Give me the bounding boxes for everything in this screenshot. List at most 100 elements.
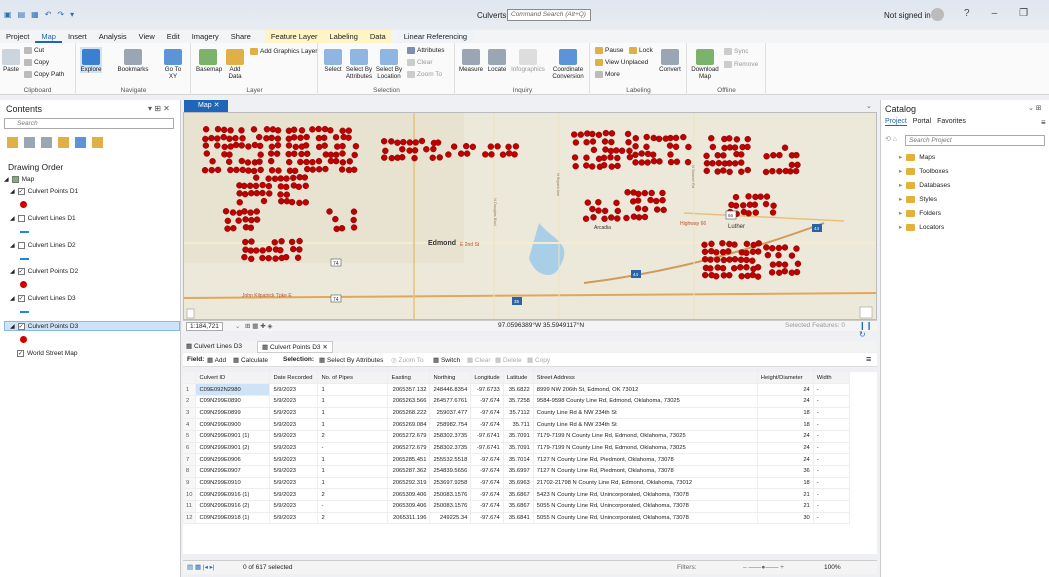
- lock-labeling-button[interactable]: Lock: [629, 47, 653, 54]
- catalog-nav-icons[interactable]: ⟲ ⌂: [885, 135, 897, 143]
- culvert-point-marker[interactable]: [614, 154, 621, 162]
- culvert-point-marker[interactable]: [259, 254, 266, 262]
- culvert-point-marker[interactable]: [764, 251, 772, 259]
- culvert-point-marker[interactable]: [744, 135, 751, 143]
- culvert-point-marker[interactable]: [680, 133, 687, 141]
- culvert-point-marker[interactable]: [720, 256, 728, 264]
- culvert-point-marker[interactable]: [232, 135, 239, 142]
- table-row[interactable]: 3 C09N299E0899 5/9/2023 1 2065268.222 259037.…: [183, 407, 850, 420]
- culvert-point-marker[interactable]: [297, 158, 304, 166]
- column-header[interactable]: Street Address: [533, 372, 758, 385]
- column-header[interactable]: Longitude: [470, 372, 504, 385]
- select-by-attributes-table-button[interactable]: ▦ Select By Attributes: [319, 356, 383, 364]
- culvert-point-marker[interactable]: [667, 158, 675, 166]
- culvert-point-marker[interactable]: [445, 151, 452, 158]
- culvert-point-marker[interactable]: [608, 130, 616, 137]
- culvert-point-marker[interactable]: [720, 167, 727, 174]
- table-cell[interactable]: -97.6741: [470, 430, 504, 443]
- table-row[interactable]: 9 C09N299E0910 5/9/2023 1 2065292.319 253697.…: [183, 477, 850, 490]
- culvert-point-marker[interactable]: [227, 127, 234, 134]
- culvert-point-marker[interactable]: [632, 135, 639, 142]
- culvert-point-marker[interactable]: [235, 217, 242, 224]
- table-zoom-level[interactable]: 100%: [824, 564, 841, 571]
- culvert-point-marker[interactable]: [666, 142, 674, 149]
- table-row[interactable]: 2 C09N299E0890 5/9/2023 1 2065263.566 264577.…: [183, 395, 850, 408]
- culvert-point-marker[interactable]: [253, 208, 260, 215]
- culvert-point-marker[interactable]: [708, 135, 715, 142]
- coordinate-conversion-button[interactable]: Coordinate Conversion: [550, 49, 586, 80]
- table-row[interactable]: 11 C09N299E0916 (2) 5/9/2023-2065309.406 25…: [183, 500, 850, 513]
- culvert-point-marker[interactable]: [399, 146, 406, 153]
- culvert-point-marker[interactable]: [315, 125, 322, 133]
- culvert-point-marker[interactable]: [294, 254, 302, 261]
- table-cell[interactable]: -: [813, 477, 850, 490]
- map-nav-control[interactable]: [186, 308, 195, 319]
- table-cell[interactable]: -: [813, 453, 850, 466]
- culvert-point-marker[interactable]: [703, 160, 711, 167]
- column-header[interactable]: Width: [813, 372, 850, 385]
- table-row[interactable]: 4 C09N299E0900 5/9/2023 1 2065269.084 258982.…: [183, 418, 850, 431]
- locate-button[interactable]: Locate: [486, 49, 508, 73]
- culvert-point-marker[interactable]: [618, 147, 626, 154]
- culvert-point-marker[interactable]: [769, 209, 777, 216]
- culvert-point-marker[interactable]: [731, 256, 739, 263]
- culvert-point-marker[interactable]: [259, 181, 266, 189]
- catalog-item-locators[interactable]: ▸ Locators: [899, 223, 944, 231]
- catalog-menu-icon[interactable]: ≡: [1041, 118, 1046, 127]
- culvert-point-marker[interactable]: [788, 161, 796, 169]
- culvert-point-marker[interactable]: [333, 225, 340, 233]
- culvert-point-marker[interactable]: [274, 127, 282, 134]
- culvert-point-marker[interactable]: [263, 135, 270, 142]
- culvert-point-marker[interactable]: [434, 139, 442, 146]
- table-cell[interactable]: 2065287.362: [387, 465, 431, 478]
- culvert-point-marker[interactable]: [608, 214, 615, 221]
- open-icon[interactable]: ▤: [18, 10, 26, 19]
- culvert-point-marker[interactable]: [787, 168, 794, 175]
- add-field-button[interactable]: ▦ Add: [207, 356, 226, 364]
- clear-selection-table-button[interactable]: ▦ Clear: [467, 356, 491, 364]
- measure-button[interactable]: Measure: [458, 49, 484, 73]
- tab-map[interactable]: Map: [35, 30, 62, 43]
- culvert-point-marker[interactable]: [303, 158, 310, 166]
- save-icon[interactable]: ▦: [31, 10, 39, 19]
- culvert-point-marker[interactable]: [411, 147, 419, 154]
- remove-button[interactable]: Remove: [724, 61, 758, 68]
- culvert-point-marker[interactable]: [600, 154, 608, 162]
- column-header[interactable]: Date Recorded: [269, 372, 319, 385]
- table-cell[interactable]: 35.7091: [503, 442, 534, 455]
- zoom-to-selection-button[interactable]: Zoom To: [407, 71, 442, 78]
- culvert-point-marker[interactable]: [607, 147, 615, 155]
- culvert-point-marker[interactable]: [268, 167, 276, 174]
- culvert-point-marker[interactable]: [641, 205, 649, 213]
- culvert-point-marker[interactable]: [732, 160, 739, 167]
- culvert-point-marker[interactable]: [290, 126, 298, 133]
- culvert-point-marker[interactable]: [250, 126, 258, 133]
- culvert-point-marker[interactable]: [332, 151, 340, 158]
- culvert-point-marker[interactable]: [608, 163, 615, 170]
- map-node[interactable]: ◢ Map: [4, 176, 34, 183]
- culvert-point-marker[interactable]: [650, 157, 658, 165]
- table-cell[interactable]: 35.6963: [503, 477, 534, 490]
- table-cell[interactable]: County Line Rd & NW 234th St: [533, 418, 758, 431]
- map-scale-field[interactable]: 1:184,721: [186, 322, 223, 331]
- table-cell[interactable]: 5/9/2023: [269, 395, 319, 408]
- culvert-point-marker[interactable]: [242, 216, 249, 223]
- new-icon[interactable]: ▣: [4, 10, 12, 19]
- culvert-point-marker[interactable]: [238, 142, 245, 149]
- culvert-point-marker[interactable]: [737, 264, 744, 271]
- copy-button[interactable]: Copy: [24, 59, 49, 66]
- culvert-point-marker[interactable]: [505, 150, 513, 157]
- culvert-point-marker[interactable]: [399, 154, 406, 161]
- culvert-point-marker[interactable]: [326, 208, 333, 215]
- culvert-point-marker[interactable]: [236, 199, 243, 206]
- column-header[interactable]: Easting: [387, 372, 431, 385]
- table-cell[interactable]: -97.674: [470, 418, 504, 431]
- culvert-point-marker[interactable]: [494, 143, 501, 150]
- tab-map-view[interactable]: Map ✕: [184, 100, 228, 112]
- redo-icon[interactable]: ↷: [57, 10, 64, 19]
- culvert-point-marker[interactable]: [726, 135, 733, 142]
- table-cell[interactable]: C09N299E0899: [195, 407, 271, 420]
- table-cell[interactable]: 2065272.679: [387, 430, 431, 443]
- culvert-point-marker[interactable]: [224, 225, 231, 232]
- table-cell[interactable]: 249225.34: [429, 512, 472, 525]
